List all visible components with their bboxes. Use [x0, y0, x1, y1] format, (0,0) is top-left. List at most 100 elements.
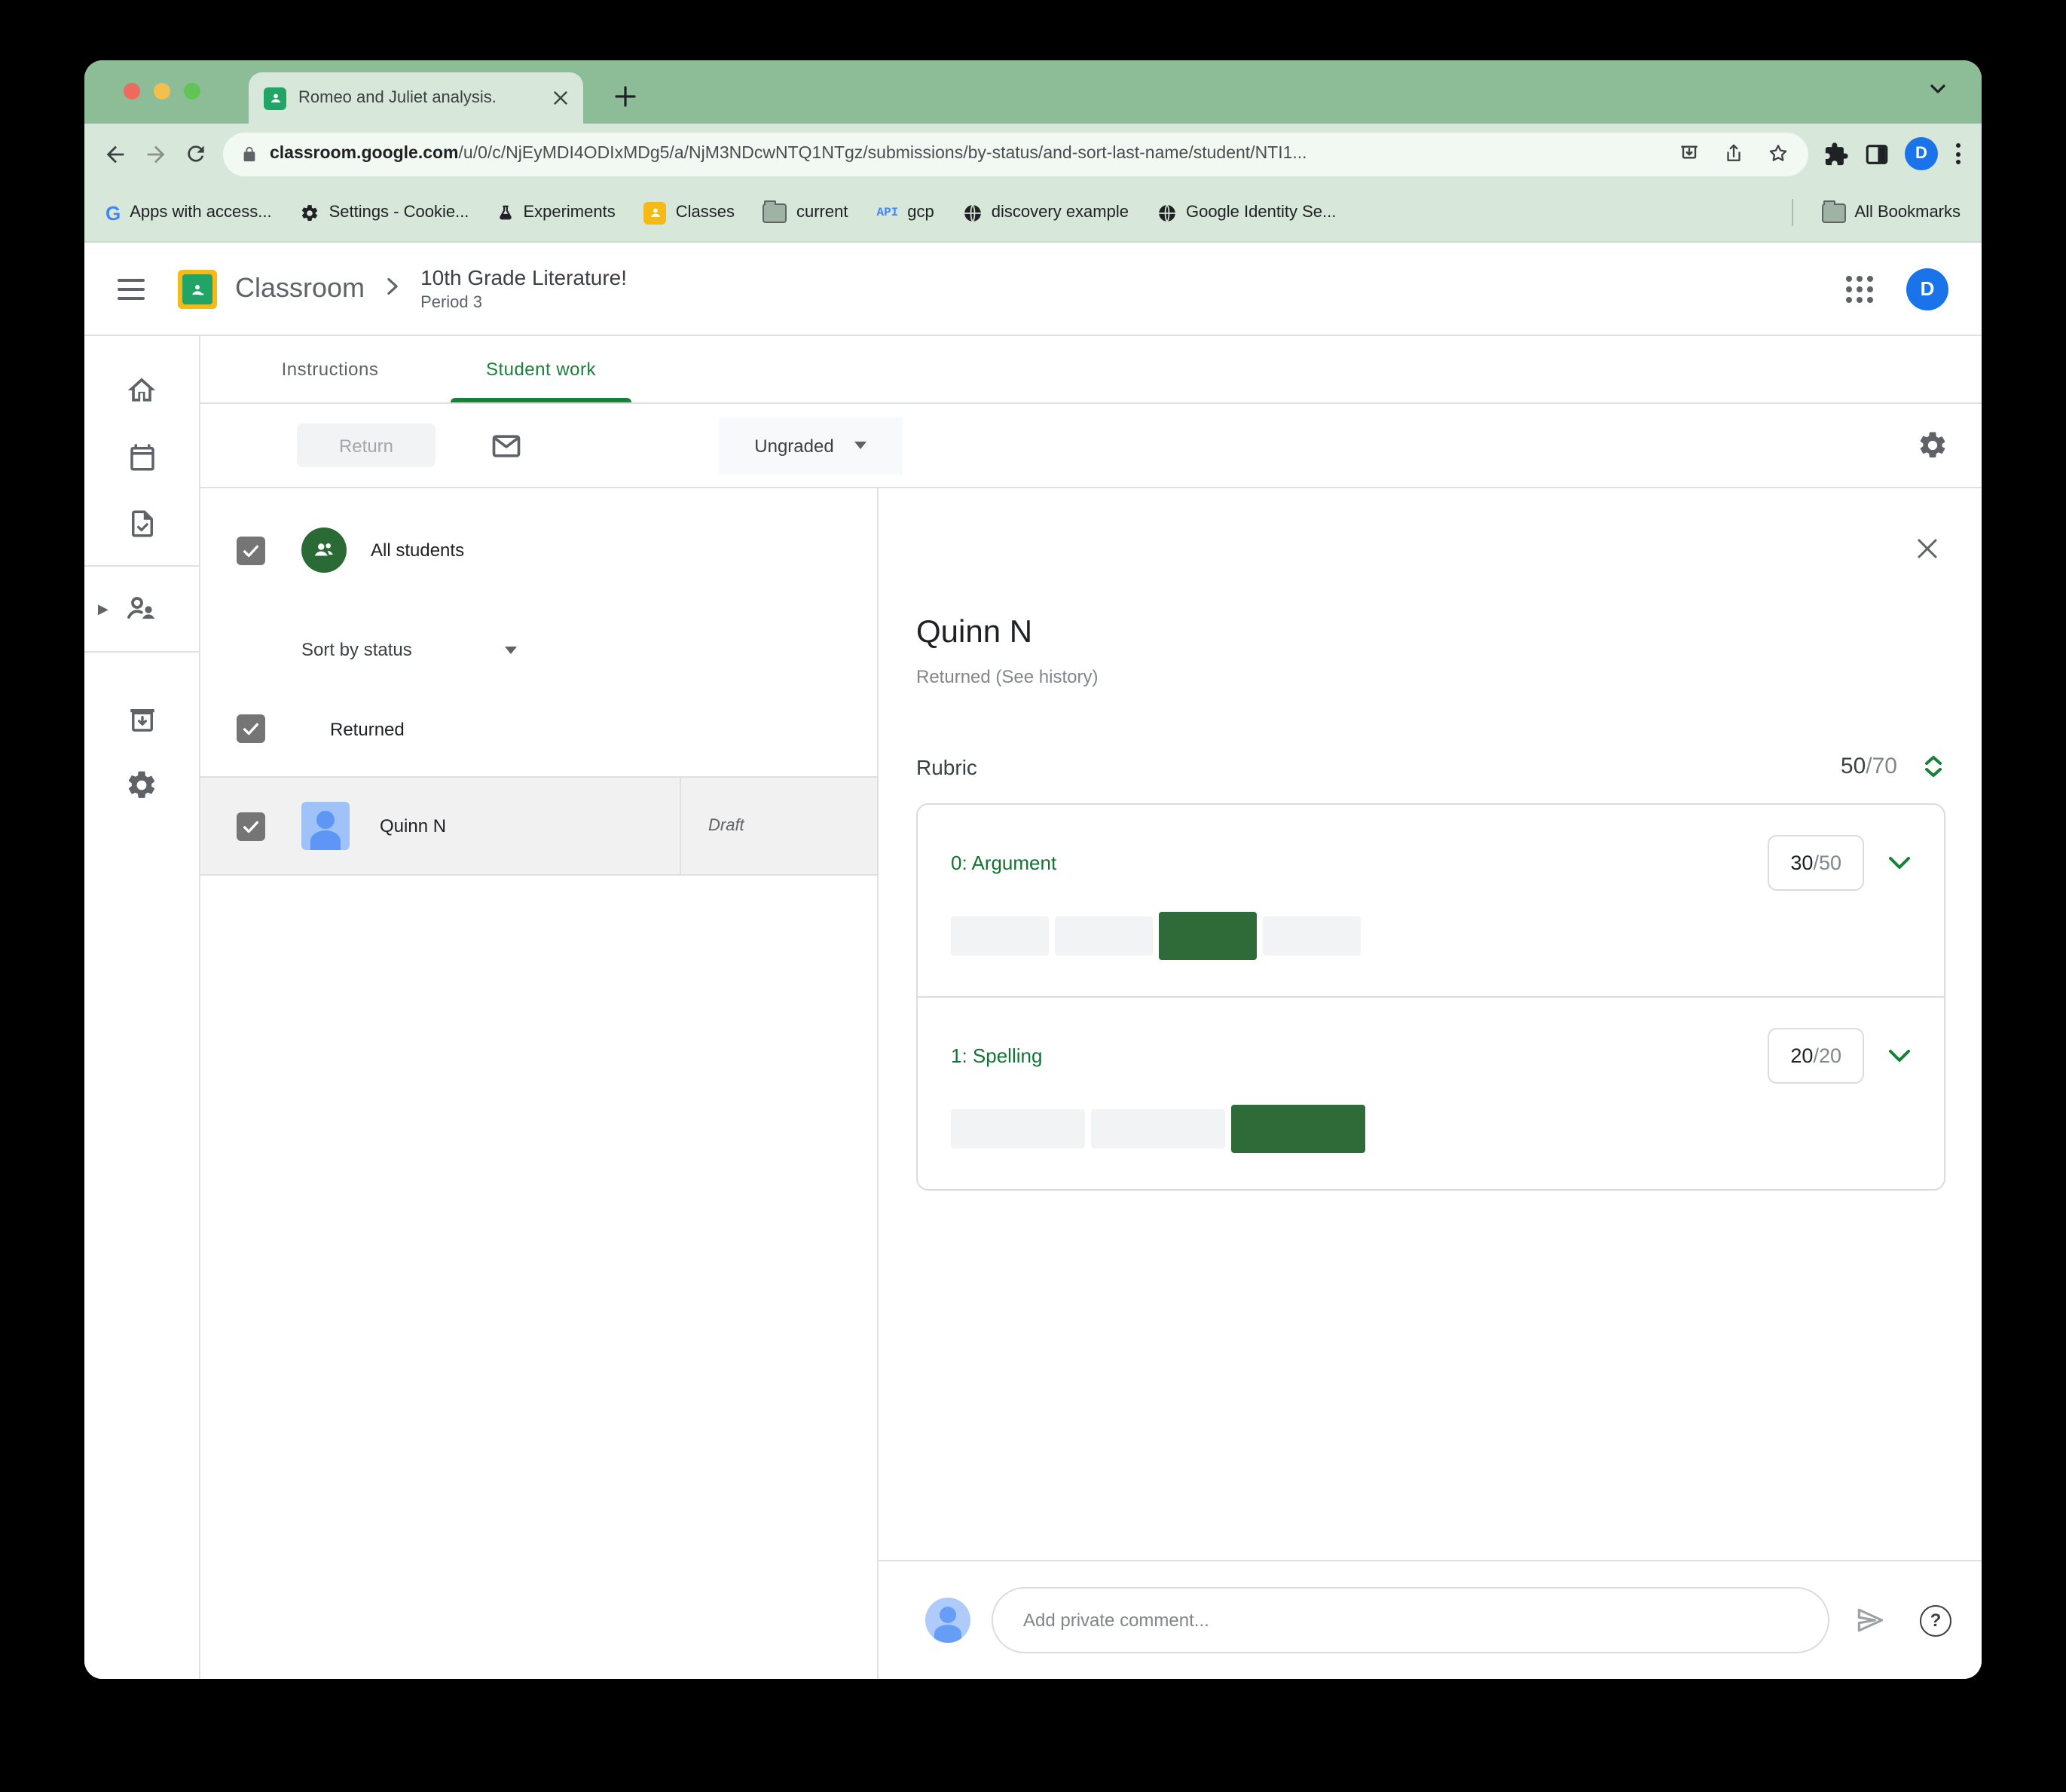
- reload-icon[interactable]: [184, 142, 208, 166]
- nav-calendar[interactable]: [84, 424, 199, 490]
- address-bar[interactable]: classroom.google.com/u/0/c/NjEyMDI4ODIxM…: [223, 132, 1808, 176]
- expand-collapse-all-icon[interactable]: [1924, 755, 1942, 778]
- nav-classes[interactable]: ▶: [84, 576, 199, 642]
- help-icon[interactable]: ?: [1920, 1604, 1951, 1636]
- send-icon[interactable]: [1854, 1604, 1887, 1637]
- api-icon: API: [876, 206, 899, 219]
- student-checkbox[interactable]: [237, 812, 265, 840]
- criterion-score-box[interactable]: 20/20: [1768, 1028, 1864, 1084]
- returned-group-checkbox[interactable]: [237, 714, 265, 743]
- classroom-icon: [643, 201, 667, 224]
- calendar-icon: [130, 443, 154, 470]
- all-students-row: All students: [200, 488, 877, 573]
- main-menu-icon[interactable]: [118, 278, 145, 299]
- rubric-level-selected[interactable]: [1159, 912, 1257, 960]
- classroom-logo-icon[interactable]: [178, 269, 217, 308]
- folder-icon: [763, 200, 787, 222]
- bookmark-experiments[interactable]: Experiments: [497, 203, 616, 222]
- all-students-label[interactable]: All students: [371, 540, 464, 561]
- window-controls: [124, 83, 200, 99]
- back-icon[interactable]: [102, 141, 128, 167]
- share-icon[interactable]: [1722, 142, 1745, 166]
- chevron-down-icon[interactable]: [1888, 1049, 1911, 1063]
- grade-filter-dropdown[interactable]: Ungraded: [719, 417, 903, 474]
- criterion-title[interactable]: 1: Spelling: [951, 1044, 1042, 1067]
- bookmark-star-icon[interactable]: [1766, 142, 1790, 166]
- nav-to-review[interactable]: [84, 490, 199, 556]
- email-icon[interactable]: [490, 429, 523, 462]
- detail-status-line[interactable]: Returned (See history): [916, 666, 1945, 687]
- rubric-level[interactable]: [951, 1109, 1085, 1148]
- left-nav: ▶: [84, 336, 200, 1679]
- browser-tab[interactable]: Romeo and Juliet analysis.: [249, 72, 583, 124]
- chevron-down-icon: [505, 646, 518, 653]
- flask-icon: [500, 204, 512, 219]
- side-panel-icon[interactable]: [1864, 141, 1890, 167]
- all-students-avatar-icon: [301, 528, 347, 573]
- nav-settings[interactable]: [84, 752, 199, 818]
- bookmark-apps-with-access[interactable]: G Apps with access...: [105, 201, 272, 224]
- returned-group-label: Returned: [330, 718, 405, 739]
- private-comment-bar: ?: [879, 1560, 1982, 1679]
- tab-instructions[interactable]: Instructions: [225, 336, 436, 402]
- rubric-level-selected[interactable]: [1231, 1105, 1365, 1153]
- settings-gear-icon[interactable]: [1917, 430, 1948, 461]
- close-icon[interactable]: [1915, 537, 1939, 561]
- private-comment-input[interactable]: [992, 1587, 1829, 1653]
- extensions-puzzle-icon[interactable]: [1823, 141, 1849, 167]
- bookmark-google-identity[interactable]: Google Identity Se...: [1157, 203, 1336, 222]
- browser-window: Romeo and Juliet analysis. classroom.goo…: [84, 60, 1982, 1679]
- google-apps-grid-icon[interactable]: [1846, 275, 1873, 302]
- bookmark-discovery-example[interactable]: discovery example: [963, 203, 1129, 222]
- breadcrumb-chevron-icon: [386, 275, 399, 302]
- student-row[interactable]: Quinn N Draft: [200, 776, 877, 876]
- grading-toolbar: Return Ungraded: [200, 404, 1982, 488]
- criterion-score-box[interactable]: 30/50: [1768, 835, 1864, 891]
- rubric-level-segments[interactable]: [951, 1105, 1911, 1153]
- chrome-menu-icon[interactable]: [1953, 140, 1964, 167]
- chrome-profile-avatar[interactable]: D: [1905, 137, 1938, 170]
- bookmark-settings-cookie[interactable]: Settings - Cookie...: [301, 203, 469, 222]
- nav-home[interactable]: [84, 357, 199, 424]
- student-avatar: [301, 802, 350, 850]
- rubric-level[interactable]: [1091, 1109, 1225, 1148]
- rubric-card: 0: Argument 30/50 1: Spelling 20/20: [916, 803, 1945, 1191]
- tab-search-chevron-icon[interactable]: [1927, 78, 1948, 99]
- google-g-icon: G: [105, 201, 121, 224]
- rubric-level[interactable]: [1055, 916, 1153, 956]
- return-button[interactable]: Return: [297, 424, 436, 467]
- account-avatar[interactable]: D: [1906, 268, 1948, 310]
- rubric-level-segments[interactable]: [951, 912, 1911, 960]
- chevron-down-icon[interactable]: [1888, 856, 1911, 870]
- close-window-button[interactable]: [124, 83, 140, 99]
- expand-caret-icon[interactable]: ▶: [98, 601, 108, 617]
- rubric-level[interactable]: [1263, 916, 1361, 956]
- breadcrumb[interactable]: 10th Grade Literature! Period 3: [420, 265, 627, 312]
- save-page-icon[interactable]: [1677, 142, 1701, 166]
- rubric-criterion-argument: 0: Argument 30/50: [918, 805, 1944, 996]
- criterion-title[interactable]: 0: Argument: [951, 852, 1056, 874]
- rubric-level[interactable]: [951, 916, 1049, 956]
- sort-dropdown[interactable]: Sort by status: [200, 573, 877, 660]
- bookmark-classes[interactable]: Classes: [643, 201, 735, 224]
- all-students-checkbox[interactable]: [237, 536, 265, 564]
- tab-close-icon[interactable]: [553, 90, 568, 106]
- maximize-window-button[interactable]: [184, 83, 200, 99]
- tab-student-work[interactable]: Student work: [436, 336, 646, 402]
- archive-icon: [130, 708, 154, 731]
- nav-archived-classes[interactable]: [84, 686, 199, 752]
- bookmark-gcp[interactable]: API gcp: [876, 203, 934, 222]
- minimize-window-button[interactable]: [154, 83, 170, 99]
- course-section: Period 3: [420, 293, 483, 312]
- all-bookmarks-button[interactable]: All Bookmarks: [1821, 200, 1961, 222]
- product-name[interactable]: Classroom: [235, 273, 365, 304]
- bookmark-current[interactable]: current: [763, 200, 848, 222]
- tab-title: Romeo and Juliet analysis.: [298, 89, 497, 107]
- omnibox-actions: [1677, 142, 1790, 166]
- globe-icon: [964, 203, 981, 222]
- student-name: Quinn N: [380, 815, 447, 836]
- browser-toolbar: classroom.google.com/u/0/c/NjEyMDI4ODIxM…: [84, 124, 1982, 184]
- lock-icon: [241, 144, 258, 164]
- forward-icon[interactable]: [143, 141, 169, 167]
- new-tab-button[interactable]: [604, 75, 646, 118]
